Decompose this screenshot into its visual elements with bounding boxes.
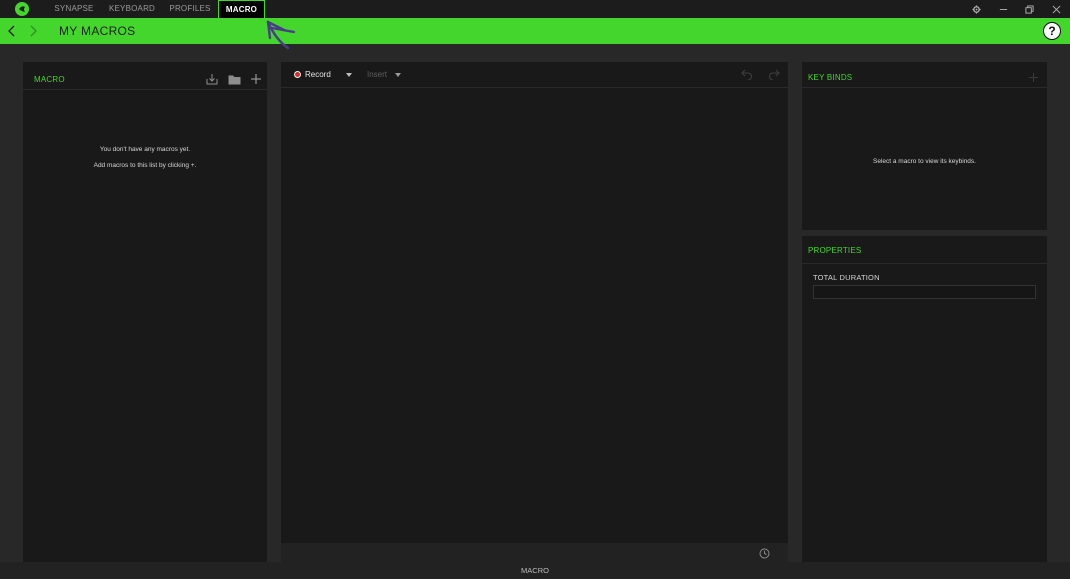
empty-macros-hint: Add macros to this list by clicking +. xyxy=(93,162,197,169)
status-bar: MACRO xyxy=(0,562,1070,579)
page-header: MY MACROS ? xyxy=(0,18,1070,44)
keybinds-panel: KEY BINDS Select a macro to view its key… xyxy=(802,62,1047,230)
tab-synapse[interactable]: SYNAPSE xyxy=(50,0,98,18)
close-icon[interactable] xyxy=(1049,2,1063,16)
record-dot-icon xyxy=(294,71,301,78)
properties-divider xyxy=(802,263,1047,264)
annotation-arrow-icon xyxy=(266,20,296,50)
macro-panel: MACRO You don't have any macros yet. Add… xyxy=(23,62,267,562)
page-title: MY MACROS xyxy=(59,24,136,38)
restore-icon[interactable] xyxy=(1022,2,1036,16)
keybinds-panel-title: KEY BINDS xyxy=(808,73,853,82)
plus-icon[interactable] xyxy=(249,72,263,86)
empty-macros-message: You don't have any macros yet. xyxy=(99,146,191,153)
clock-icon[interactable] xyxy=(757,546,771,560)
razer-logo-icon[interactable] xyxy=(15,2,29,16)
back-arrow-icon[interactable] xyxy=(5,24,19,38)
record-dropdown-chevron-icon[interactable] xyxy=(342,68,356,82)
properties-panel: PROPERTIES TOTAL DURATION xyxy=(802,236,1047,562)
top-nav-bar: SYNAPSE KEYBOARD PROFILES MACRO xyxy=(0,0,1070,18)
insert-button[interactable]: Insert xyxy=(367,70,387,79)
import-icon[interactable] xyxy=(205,72,219,86)
total-duration-value xyxy=(814,294,817,301)
record-button[interactable]: Record xyxy=(294,70,331,79)
gear-icon[interactable] xyxy=(969,2,983,16)
properties-panel-title: PROPERTIES xyxy=(808,246,862,255)
keybind-plus-icon[interactable] xyxy=(1026,70,1040,84)
tab-profiles[interactable]: PROFILES xyxy=(166,0,214,18)
macro-editor-panel: Record Insert xyxy=(281,62,788,562)
total-duration-label: TOTAL DURATION xyxy=(813,273,880,282)
macro-panel-title: MACRO xyxy=(34,75,65,84)
forward-arrow-icon[interactable] xyxy=(26,24,40,38)
total-duration-field[interactable] xyxy=(813,285,1036,299)
folder-icon[interactable] xyxy=(227,72,241,86)
help-button[interactable]: ? xyxy=(1043,22,1061,40)
keybinds-message: Select a macro to view its keybinds. xyxy=(873,158,976,165)
tab-keyboard[interactable]: KEYBOARD xyxy=(106,0,158,18)
minimize-icon[interactable] xyxy=(996,2,1010,16)
keybinds-divider xyxy=(802,87,1047,88)
redo-icon[interactable] xyxy=(767,67,781,81)
status-bar-label: MACRO xyxy=(521,566,549,575)
record-label: Record xyxy=(305,70,331,79)
macro-panel-divider xyxy=(23,89,267,90)
editor-footer xyxy=(281,543,788,562)
insert-dropdown-chevron-icon[interactable] xyxy=(391,68,405,82)
undo-icon[interactable] xyxy=(739,67,753,81)
editor-divider xyxy=(281,87,788,88)
